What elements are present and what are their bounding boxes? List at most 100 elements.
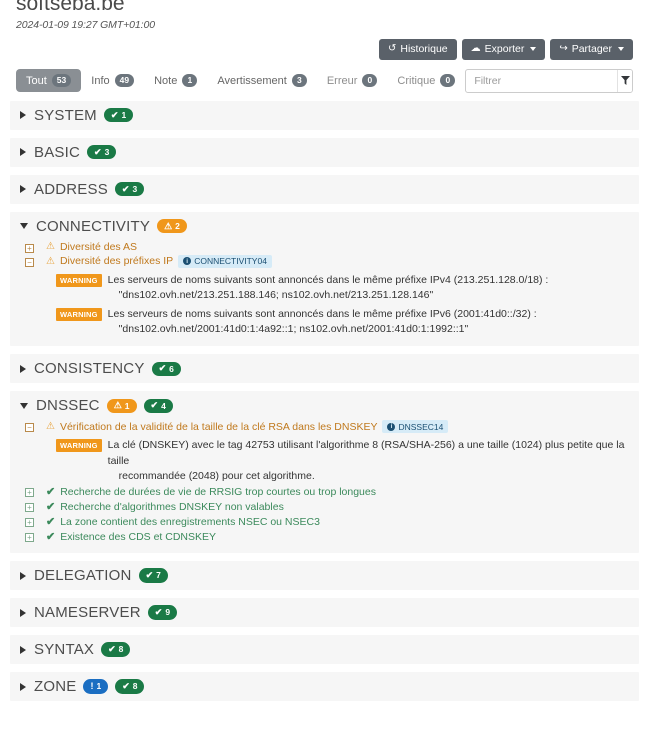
check-icon: ✔ (46, 501, 56, 514)
expand-icon[interactable]: + (25, 488, 34, 498)
check-row-label-wrap: ⚠ Diversité des AS (46, 241, 137, 253)
check-icon: ✔ (108, 644, 116, 655)
expand-icon[interactable]: + (25, 243, 34, 253)
tab-critique[interactable]: Critique 0 (387, 69, 465, 93)
tab-note[interactable]: Note 1 (144, 69, 207, 93)
section-delegation: DELEGATION ✔ 7 (10, 561, 639, 591)
check-icon: ✔ (110, 109, 119, 120)
warning-triangle-icon: ⚠ (46, 241, 55, 252)
check-row-label: Vérification de la validité de la taille… (59, 420, 378, 433)
chevron-right-icon (20, 682, 26, 691)
message-row: WARNING Les serveurs de noms suivants son… (56, 273, 629, 303)
info-icon: i (387, 422, 396, 431)
action-button-group: ↺ Historique ☁ Exporter ↪ Partager (10, 39, 639, 60)
check-row-label-wrap: ✔ Recherche de durées de vie de RRSIG tro… (46, 485, 376, 499)
section-header[interactable]: SYNTAX ✔ 8 (20, 641, 629, 658)
status-badge-warn: ⚠ 2 (157, 218, 187, 234)
check-icon: ✔ (122, 681, 130, 692)
check-row-label: Existence des CDS et CDNSKEY (60, 530, 217, 543)
section-list: SYSTEM ✔ 1 BASIC ✔ 3 ADDRESS ✔ 3 CONNECTIVITY ⚠ 2 + ⚠… (10, 100, 639, 702)
section-header[interactable]: SYSTEM ✔ 1 (20, 107, 629, 124)
message-line-2: "dns102.ovh.net/2001:41d0:1:4a92::1; ns1… (118, 323, 469, 336)
partager-button[interactable]: ↪ Partager (550, 39, 633, 60)
badge-count: 3 (104, 146, 110, 157)
tab-label: Avertissement (217, 74, 287, 87)
button-label: Partager (571, 43, 612, 55)
collapse-icon[interactable]: − (25, 257, 34, 267)
warning-triangle-icon: ⚠ (164, 220, 173, 231)
section-title: DELEGATION (34, 567, 132, 585)
check-row-label: Recherche d'algorithmes DNSKEY non valab… (60, 500, 284, 513)
message-line-1: La clé (DNSKEY) avec le tag 42753 utilis… (107, 439, 625, 467)
message-line-2: "dns102.ovh.net/213.251.188.146; ns102.o… (118, 288, 434, 301)
severity-label: WARNING (56, 307, 102, 321)
section-header[interactable]: DNSSEC ⚠ 1 ✔ 4 (20, 397, 629, 414)
section-rows: + ⚠ Diversité des AS − ⚠ Diversité des préfix… (20, 240, 629, 338)
section-header[interactable]: ZONE! 1 ✔ 8 (20, 678, 629, 695)
tab-count-badge: 0 (440, 73, 456, 88)
section-zone: ZONE! 1 ✔ 8 (10, 672, 639, 702)
filter-input[interactable] (466, 69, 618, 92)
message-row: WARNING Les serveurs de noms suivants son… (56, 307, 629, 337)
tab-avertissement[interactable]: Avertissement 3 (207, 69, 317, 93)
expand-icon[interactable]: + (25, 503, 34, 513)
check-row-label-wrap: ✔ La zone contient des enregistrements NS… (46, 515, 320, 529)
message-line-2: recommandée (2048) pour cet algorithme. (118, 469, 315, 482)
tab-info[interactable]: Info 49 (81, 69, 144, 93)
section-header[interactable]: NAMESERVER ✔ 9 (20, 604, 629, 621)
status-badge-ok: ✔ 6 (151, 361, 181, 376)
check-row: + ✔ La zone contient des enregistrements N… (20, 514, 629, 529)
check-row-label-wrap: ✔ Recherche d'algorithmes DNSKEY non vala… (46, 500, 284, 514)
chevron-right-icon (20, 364, 26, 373)
status-badge-ok: ✔ 4 (143, 398, 173, 413)
message-row: WARNING La clé (DNSKEY) avec le tag 42753… (56, 438, 629, 484)
section-rows: − ⚠ Vérification de la validité de la tail… (20, 419, 629, 544)
collapse-icon[interactable]: − (25, 423, 34, 433)
check-row-label: Diversité des AS (59, 240, 138, 253)
section-title: NAMESERVER (34, 604, 141, 622)
section-title: DNSSEC (36, 397, 100, 415)
check-row-label: La zone contient des enregistrements NSE… (60, 515, 320, 528)
test-id-label: DNSSEC14 (398, 421, 444, 432)
status-badge-ok: ✔ 8 (101, 642, 131, 657)
section-header[interactable]: ADDRESS ✔ 3 (20, 181, 629, 198)
section-nameserver: NAMESERVER ✔ 9 (10, 598, 639, 628)
exporter-button[interactable]: ☁ Exporter (461, 39, 546, 60)
badge-count: 6 (169, 363, 174, 374)
section-header[interactable]: CONSISTENCY ✔ 6 (20, 360, 629, 377)
tab-tout[interactable]: Tout 53 (16, 68, 82, 93)
section-header[interactable]: BASIC ✔ 3 (20, 144, 629, 161)
test-id-tag[interactable]: i DNSSEC14 (382, 420, 449, 434)
status-badge-ok: ✔ 3 (87, 144, 117, 160)
section-title: CONNECTIVITY (36, 217, 151, 235)
badge-count: 1 (124, 400, 130, 411)
status-badge-ok: ✔ 8 (115, 679, 145, 694)
section-header[interactable]: CONNECTIVITY ⚠ 2 (20, 218, 629, 235)
message-line-1: Les serveurs de noms suivants sont annon… (107, 273, 549, 286)
check-icon: ✔ (154, 607, 163, 618)
history-icon: ↺ (387, 43, 397, 55)
section-consistency: CONSISTENCY ✔ 6 (10, 354, 639, 384)
check-row: + ✔ Recherche d'algorithmes DNSKEY non val… (20, 499, 629, 514)
expand-icon[interactable]: + (25, 518, 34, 528)
test-id-tag[interactable]: i CONNECTIVITY04 (178, 254, 272, 268)
chevron-right-icon (20, 645, 26, 654)
tab-label: Note (154, 74, 178, 87)
status-badge-ok: ✔ 1 (103, 107, 134, 123)
badge-count: 7 (156, 570, 161, 581)
chevron-down-icon (618, 47, 624, 52)
tab-erreur[interactable]: Erreur 0 (317, 69, 388, 93)
tab-count-badge: 49 (114, 73, 135, 88)
exclamation-icon: ! (90, 681, 94, 692)
severity-tabs: Tout 53 Info 49 Note 1 Avertissement 3 Erreur 0 Cr… (16, 68, 465, 93)
section-header[interactable]: DELEGATION ✔ 7 (20, 567, 629, 584)
filter-tab-bar: Tout 53 Info 49 Note 1 Avertissement 3 Erreur 0 Cr… (10, 68, 639, 93)
historique-button[interactable]: ↺ Historique (378, 39, 457, 60)
check-icon: ✔ (46, 531, 56, 544)
section-connectivity: CONNECTIVITY ⚠ 2 + ⚠ Diversité des AS − ⚠ Divers… (10, 211, 639, 347)
chevron-right-icon (20, 185, 26, 193)
filter-icon[interactable] (617, 69, 632, 92)
tab-label: Critique (397, 74, 436, 87)
expand-icon[interactable]: + (25, 533, 34, 543)
check-icon: ✔ (121, 183, 130, 194)
